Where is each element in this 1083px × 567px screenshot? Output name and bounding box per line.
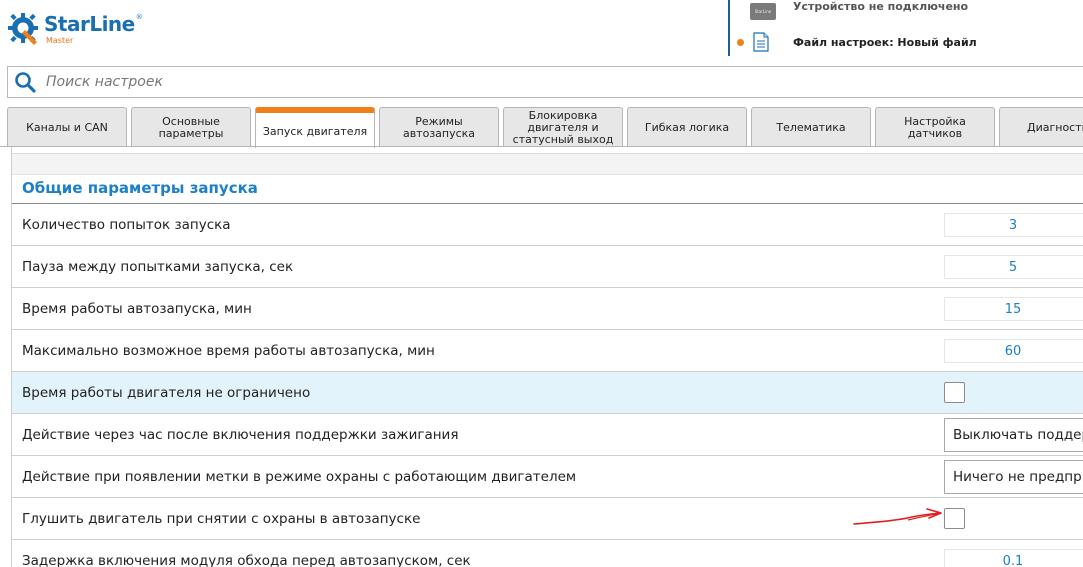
search-input[interactable] <box>46 68 1046 96</box>
tab-sensors[interactable]: Настройка датчиков <box>875 107 995 147</box>
device-status-text: Устройство не подключено <box>793 0 969 13</box>
settings-search-bar <box>7 66 1083 98</box>
select-value: Выключать поддержку зажигания <box>953 427 1083 443</box>
header-divider <box>728 0 730 56</box>
bypass-delay-input[interactable] <box>944 549 1083 567</box>
tab-basic-params[interactable]: Основные параметры <box>131 107 251 147</box>
setting-row-hour-after-ignition: Действие через час после включения подде… <box>12 414 1083 456</box>
settings-file-label: Файл настроек: Новый файл <box>793 36 977 49</box>
tab-telematics[interactable]: Телематика <box>751 107 871 147</box>
autostart-time-input[interactable] <box>944 297 1083 321</box>
tab-flex-logic[interactable]: Гибкая логика <box>627 107 747 147</box>
setting-label: Время работы двигателя не ограничено <box>22 385 311 401</box>
tab-channels-can[interactable]: Каналы и CAN <box>7 107 127 147</box>
device-icon: StarLine <box>750 3 776 20</box>
settings-tabs: Каналы и CAN Основные параметры Запуск д… <box>0 107 1083 148</box>
search-icon <box>15 72 36 93</box>
tab-diagnostics[interactable]: Диагностика <box>999 107 1083 147</box>
settings-panel: Общие параметры запуска Количество попыт… <box>11 147 1083 567</box>
setting-label: Время работы автозапуска, мин <box>22 301 252 317</box>
gear-wrench-icon <box>8 13 38 45</box>
unsaved-indicator-dot <box>737 39 744 46</box>
tab-engine-start[interactable]: Запуск двигателя <box>255 107 375 148</box>
setting-label: Действие через час после включения подде… <box>22 427 459 443</box>
setting-label: Задержка включения модуля обхода перед а… <box>22 553 471 567</box>
stop-on-disarm-checkbox[interactable] <box>944 508 965 529</box>
tab-label: Основные параметры <box>158 114 224 140</box>
setting-row-unlimited-runtime: Время работы двигателя не ограничено <box>12 372 1083 414</box>
tab-label: Блокировка двигателя и статусный выход <box>512 108 614 146</box>
start-attempts-input[interactable] <box>944 213 1083 237</box>
logo-wordmark: StarLine <box>44 12 135 36</box>
app-header: StarLine® Master StarLine Устройство не … <box>0 0 1083 60</box>
tab-label: Режимы автозапуска <box>402 114 476 140</box>
setting-row-attempt-pause: Пауза между попытками запуска, сек <box>12 246 1083 288</box>
max-autostart-time-input[interactable] <box>944 339 1083 363</box>
starline-logo: StarLine® Master <box>6 10 143 46</box>
logo-trademark: ® <box>135 13 143 21</box>
tab-engine-lock[interactable]: Блокировка двигателя и статусный выход <box>503 107 623 147</box>
setting-row-bypass-delay: Задержка включения модуля обхода перед а… <box>12 540 1083 567</box>
setting-row-start-attempts: Количество попыток запуска <box>12 204 1083 246</box>
tab-label: Диагностика <box>1027 120 1083 134</box>
panel-top-band <box>12 153 1083 175</box>
setting-label: Действие при появлении метки в режиме ох… <box>22 469 577 485</box>
tab-label: Гибкая логика <box>644 120 730 134</box>
tab-autostart-modes[interactable]: Режимы автозапуска <box>379 107 499 147</box>
hour-after-ignition-select[interactable]: Выключать поддержку зажигания <box>944 418 1083 452</box>
attempt-pause-input[interactable] <box>944 255 1083 279</box>
setting-row-max-autostart-time: Максимально возможное время работы автоз… <box>12 330 1083 372</box>
tag-in-guard-select[interactable]: Ничего не предпринимать <box>944 460 1083 494</box>
setting-row-autostart-time: Время работы автозапуска, мин <box>12 288 1083 330</box>
setting-row-tag-in-guard: Действие при появлении метки в режиме ох… <box>12 456 1083 498</box>
setting-label: Глушить двигатель при снятии с охраны в … <box>22 511 421 527</box>
device-chip-label: StarLine <box>754 9 772 14</box>
unlimited-runtime-checkbox[interactable] <box>944 382 965 403</box>
section-title: Общие параметры запуска <box>22 179 258 197</box>
annotation-arrow-icon <box>853 508 942 525</box>
tab-label: Настройка датчиков <box>904 114 966 140</box>
select-value: Ничего не предпринимать <box>953 469 1083 485</box>
document-icon <box>753 32 769 52</box>
setting-label: Количество попыток запуска <box>22 217 231 233</box>
logo-subtitle: Master <box>46 36 74 45</box>
setting-label: Максимально возможное время работы автоз… <box>22 343 435 359</box>
setting-label: Пауза между попытками запуска, сек <box>22 259 294 275</box>
tab-label: Каналы и CAN <box>26 120 108 134</box>
tab-label: Телематика <box>776 120 846 134</box>
tab-label: Запуск двигателя <box>262 125 368 138</box>
